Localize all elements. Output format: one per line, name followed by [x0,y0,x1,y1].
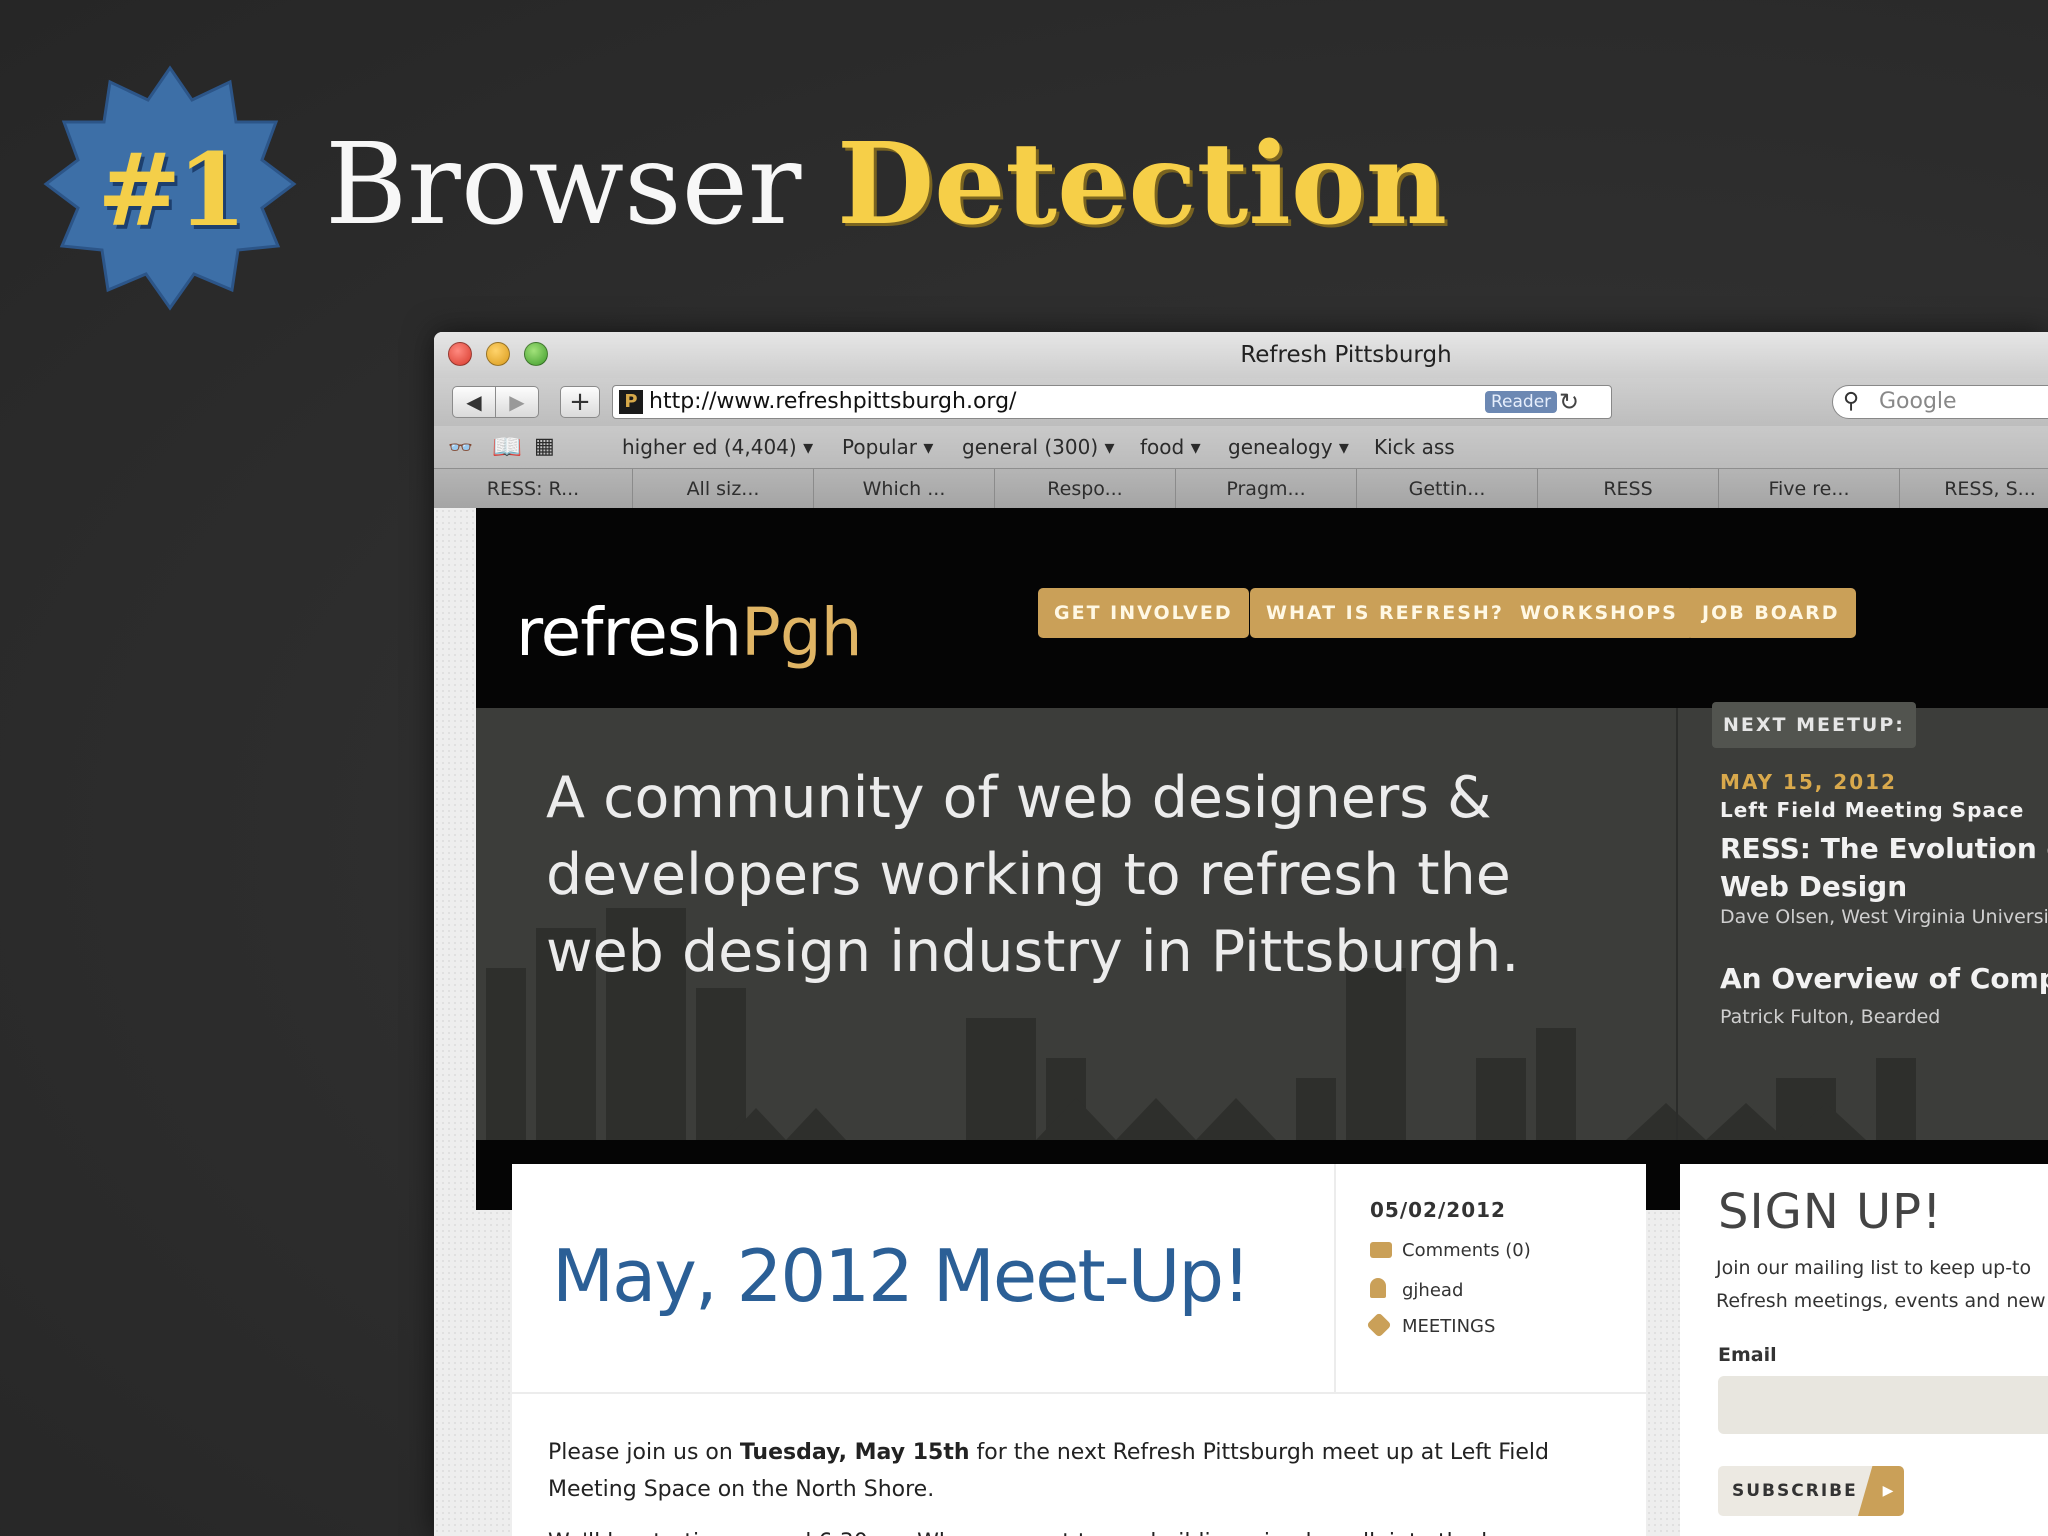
browser-window: Refresh Pittsburgh ◀ ▶ + P http://www.re… [434,332,2048,1536]
search-icon: ⚲ [1843,389,1860,414]
reading-list-icon[interactable]: 👓 [448,426,473,468]
comment-icon [1370,1242,1392,1258]
bookmark-general[interactable]: general (300) ▾ [962,426,1115,468]
tag-icon [1366,1312,1392,1338]
bookmark-higher-ed[interactable]: higher ed (4,404) ▾ [622,426,813,468]
email-label: Email [1718,1344,1777,1366]
toolbar: ◀ ▶ + P http://www.refreshpittsburgh.org… [434,378,2048,426]
window-title: Refresh Pittsburgh [1240,342,1452,368]
logo-text-refresh: refresh [516,594,742,671]
arrow-right-icon: ▶ [1858,1466,1904,1516]
site-favicon-icon: P [619,390,643,414]
post-paragraph: We'll be starting around 6:30pm. When yo… [548,1524,1598,1536]
post-paragraph: Please join us on Tuesday, May 15th for … [548,1440,1550,1502]
search-placeholder: Google [1879,389,1957,414]
top-sites-grid-icon[interactable]: ▦ [534,426,555,468]
bookmark-popular[interactable]: Popular ▾ [842,426,933,468]
site-tagline: A community of web designers & developer… [546,765,1520,985]
tab-item[interactable]: Five re... [1719,469,1900,509]
meta-divider [1334,1164,1336,1392]
next-meetup-label: NEXT MEETUP: [1712,702,1916,748]
hero-banner: A community of web designers & developer… [476,702,2048,1140]
post-category-link[interactable]: MEETINGS [1366,1312,1495,1338]
bookmark-food[interactable]: food ▾ [1140,426,1201,468]
bookmark-genealogy[interactable]: genealogy ▾ [1228,426,1349,468]
forward-button[interactable]: ▶ [495,386,539,418]
talk1-title-line2: Web Design [1720,870,1908,903]
talk2-speaker: Patrick Fulton, Bearded [1720,1006,1941,1028]
subscribe-button[interactable]: SUBSCRIBE ▶ [1718,1466,1904,1516]
url-text[interactable]: http://www.refreshpittsburgh.org/ [649,386,1016,418]
nav-workshops[interactable]: WORKSHOPS [1504,588,1694,638]
post-title[interactable]: May, 2012 Meet-Up! [552,1234,1251,1318]
tab-item[interactable]: Gettin... [1357,469,1538,509]
bookmark-kick-ass[interactable]: Kick ass [1374,426,1455,468]
meetup-date: MAY 15, 2012 [1720,770,1897,794]
nav-get-involved[interactable]: GET INVOLVED [1038,588,1249,638]
tab-item[interactable]: Pragm... [1176,469,1357,509]
title-bar: Refresh Pittsburgh [434,332,2048,378]
reader-button[interactable]: Reader [1485,391,1558,413]
nav-what-is-refresh[interactable]: WHAT IS REFRESH? [1250,588,1520,638]
signup-description: Join our mailing list to keep up-to Refr… [1716,1257,2046,1312]
address-bar[interactable]: P http://www.refreshpittsburgh.org/ Read… [612,385,1612,419]
tab-bar: RESS: R... All siz... Which ... Respo...… [434,468,2048,509]
blog-post: May, 2012 Meet-Up! 05/02/2012 Comments (… [512,1164,1646,1536]
slide-title: Browser Detection [325,119,1448,251]
post-comments-link[interactable]: Comments (0) [1370,1240,1531,1261]
meetup-venue: Left Field Meeting Space [1720,798,2025,822]
logo-text-pgh: Pgh [741,594,863,671]
signup-title: SIGN UP! [1718,1184,1943,1240]
bookmarks-book-icon[interactable]: 📖 [492,426,522,468]
slide-title-part2: Detection [837,119,1448,250]
talk2-title[interactable]: An Overview of Compass [1720,962,2048,995]
talk1-title[interactable]: RESS: The Evolution of R Web Design [1720,830,2048,906]
post-date: 05/02/2012 [1370,1198,1506,1222]
web-page: refreshPgh GET INVOLVED WHAT IS REFRESH?… [434,508,2048,1536]
signup-widget: SIGN UP! Join our mailing list to keep u… [1680,1164,2048,1536]
site-header: refreshPgh GET INVOLVED WHAT IS REFRESH?… [476,508,2048,708]
badge-number: #1 [97,131,246,249]
nav-job-board[interactable]: JOB BOARD [1686,588,1856,638]
site-logo[interactable]: refreshPgh [516,588,863,678]
post-body: Please join us on Tuesday, May 15th for … [548,1434,1598,1536]
subscribe-label: SUBSCRIBE [1732,1481,1858,1501]
tab-item[interactable]: Respo... [995,469,1176,509]
user-icon [1370,1278,1386,1298]
tab-item[interactable]: All siz... [633,469,814,509]
plus-icon: + [569,387,591,417]
slide-title-part1: Browser [325,120,802,250]
email-field[interactable] [1718,1376,2048,1434]
talk1-speaker: Dave Olsen, West Virginia University [1720,906,2048,928]
post-header-divider [512,1392,1646,1394]
back-arrow-icon: ◀ [466,390,482,414]
forward-arrow-icon: ▶ [509,390,525,414]
tab-item[interactable]: RESS: R... [434,469,633,509]
back-button[interactable]: ◀ [452,386,496,418]
tab-item[interactable]: Which ... [814,469,995,509]
tab-item[interactable]: RESS [1538,469,1719,509]
hero-divider [1676,708,1678,1140]
post-author-link[interactable]: gjhead [1370,1278,1463,1301]
add-bookmark-button[interactable]: + [560,386,600,418]
reload-icon[interactable]: ↻ [1559,388,1579,416]
bookmarks-bar: 👓 📖 ▦ higher ed (4,404) ▾ Popular ▾ gene… [434,426,2048,468]
talk1-title-line1: RESS: The Evolution of R [1720,832,2048,865]
tab-item[interactable]: RESS, S... [1900,469,2048,509]
search-input[interactable]: ⚲ Google [1832,385,2048,419]
